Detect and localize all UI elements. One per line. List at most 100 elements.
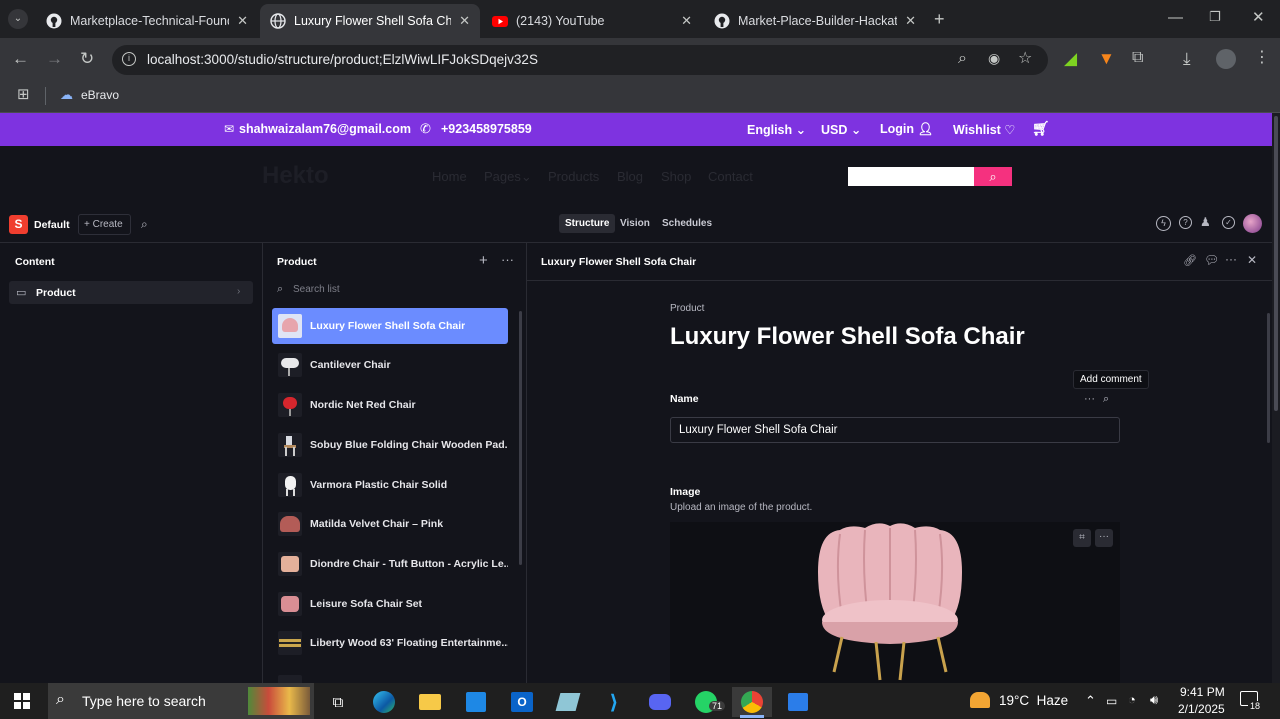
tasks-icon[interactable]: ✓ [1222, 216, 1235, 229]
link-icon[interactable]: 🔗︎ [1183, 254, 1197, 267]
image-preview[interactable]: ⌗ ··· [670, 522, 1120, 683]
nav-blog[interactable]: Blog [617, 169, 643, 184]
tab-youtube[interactable]: (2143) YouTube ✕ [482, 4, 702, 38]
crop-icon[interactable]: ⌗ [1073, 529, 1091, 547]
content-item-product[interactable]: ▭ Product › [9, 281, 253, 304]
phone-text[interactable]: +923458975859 [441, 122, 532, 136]
create-button[interactable]: + Create [78, 214, 131, 235]
bookmark-star-icon[interactable]: ☆ [1018, 51, 1032, 67]
tool-structure[interactable]: Structure [559, 214, 616, 233]
vscode-icon[interactable]: ⟩ [594, 687, 634, 717]
weather-icon[interactable] [970, 692, 990, 708]
workspace-logo[interactable]: S [9, 215, 28, 234]
tool-vision[interactable]: Vision [614, 214, 656, 233]
forward-icon[interactable]: → [46, 50, 63, 67]
apps-grid-icon[interactable]: ⊞ [17, 87, 30, 102]
list-item-partial[interactable] [272, 665, 508, 683]
clock-time[interactable]: 9:41 PM [1180, 685, 1225, 699]
list-item-selected[interactable]: Luxury Flower Shell Sofa Chair [272, 308, 508, 344]
store-icon[interactable] [456, 687, 496, 717]
tab-active[interactable]: Luxury Flower Shell Sofa Chair | ✕ [260, 4, 480, 38]
window-close-icon[interactable]: ✕ [1252, 10, 1265, 25]
site-info-icon[interactable]: i [122, 52, 136, 66]
remote-app-icon[interactable] [778, 687, 818, 717]
taskbar-search-box[interactable]: ⌕ Type here to search [48, 683, 314, 719]
list-item[interactable]: Nordic Net Red Chair [272, 387, 508, 423]
name-field[interactable]: Luxury Flower Shell Sofa Chair [670, 417, 1120, 443]
list-item[interactable]: Liberty Wood 63' Floating Entertainme... [272, 625, 508, 661]
reload-icon[interactable]: ↻ [80, 50, 94, 67]
list-scrollbar[interactable] [519, 311, 522, 565]
workspace-name[interactable]: Default [34, 219, 70, 231]
add-comment-icon[interactable]: ⌕ [1103, 393, 1109, 406]
presence-icon[interactable]: ♟ [1200, 215, 1211, 229]
nav-pages[interactable]: Pages⌄ [484, 169, 532, 185]
tab-github-1[interactable]: Marketplace-Technical-Foundat ✕ [36, 4, 258, 38]
extension-chart-icon[interactable]: ◢ [1064, 50, 1077, 67]
weather-text[interactable]: 19°C Haze [999, 693, 1068, 708]
new-tab-icon[interactable]: + [934, 10, 945, 28]
list-item[interactable]: Varmora Plastic Chair Solid [272, 467, 508, 503]
volume-icon[interactable]: 🔊︎ [1150, 692, 1158, 708]
release-icon[interactable]: ϟ [1156, 216, 1171, 231]
tab-close-icon[interactable]: ✕ [905, 13, 916, 29]
list-item[interactable]: Cantilever Chair [272, 347, 508, 383]
edge-icon[interactable] [364, 687, 404, 717]
list-search-input[interactable]: Search list [293, 284, 340, 295]
list-item[interactable]: Leisure Sofa Chair Set [272, 586, 508, 622]
user-avatar[interactable] [1243, 214, 1262, 233]
browser-menu-icon[interactable]: ⋮ [1254, 50, 1270, 66]
site-logo[interactable]: Hekto [262, 162, 329, 190]
login-link[interactable]: Login 👤︎ [880, 122, 933, 137]
zoom-icon[interactable]: ⌕ [958, 51, 967, 67]
list-item[interactable]: Diondre Chair - Tuft Button - Acrylic Le… [272, 546, 508, 582]
site-search-button[interactable]: ⌕ [974, 167, 1012, 186]
wifi-icon[interactable]: ◔ [1128, 692, 1136, 707]
outlook-icon[interactable]: O [502, 687, 542, 717]
email-text[interactable]: shahwaizalam76@gmail.com [239, 122, 411, 136]
nav-products[interactable]: Products [548, 169, 599, 184]
comments-icon[interactable]: 💬︎ [1204, 253, 1219, 267]
back-icon[interactable]: ← [12, 50, 29, 67]
page-scrollbar[interactable] [1272, 113, 1280, 683]
notes-app-icon[interactable] [548, 687, 588, 717]
list-menu-icon[interactable]: ··· [501, 252, 514, 267]
document-menu-icon[interactable]: ··· [1225, 252, 1237, 266]
extensions-puzzle-icon[interactable]: ⧉ [1132, 50, 1143, 66]
start-icon[interactable] [14, 693, 30, 709]
maximize-icon[interactable]: ❐ [1209, 10, 1221, 23]
document-scrollbar[interactable] [1267, 313, 1270, 443]
nav-home[interactable]: Home [432, 169, 467, 184]
eye-off-icon[interactable]: ◉ [988, 51, 1000, 65]
file-explorer-icon[interactable] [410, 687, 450, 717]
task-view-icon[interactable]: ⧉ [318, 687, 358, 717]
bookmark-ebravo[interactable]: eBravo [81, 88, 119, 102]
tab-close-icon[interactable]: ✕ [237, 13, 248, 29]
metamask-fox-icon[interactable]: ▼ [1098, 50, 1115, 67]
clock-date[interactable]: 2/1/2025 [1178, 702, 1225, 716]
close-pane-icon[interactable]: ✕ [1247, 253, 1257, 267]
tab-search-icon[interactable]: ⌄ [8, 9, 28, 29]
tab-close-icon[interactable]: ✕ [681, 13, 692, 29]
list-item[interactable]: Matilda Velvet Chair – Pink [272, 506, 508, 542]
tool-schedules[interactable]: Schedules [656, 214, 718, 233]
nav-contact[interactable]: Contact [708, 169, 753, 184]
chrome-icon[interactable] [732, 687, 772, 717]
cart-icon[interactable]: 🛒︎ [1032, 120, 1050, 137]
minimize-icon[interactable]: — [1168, 10, 1183, 25]
help-icon[interactable]: ? [1179, 216, 1192, 229]
tray-chevron-up-icon[interactable]: ⌃ [1085, 693, 1096, 709]
field-menu-icon[interactable]: ··· [1084, 393, 1095, 405]
tab-close-icon[interactable]: ✕ [459, 13, 470, 29]
tab-github-2[interactable]: Market-Place-Builder-Hackatho ✕ [704, 4, 926, 38]
download-icon[interactable]: ⤓ [1183, 50, 1191, 67]
studio-search-icon[interactable]: ⌕ [141, 217, 148, 232]
battery-icon[interactable]: ▭ [1106, 694, 1117, 708]
list-item[interactable]: Sobuy Blue Folding Chair Wooden Pad... [272, 427, 508, 463]
image-menu-icon[interactable]: ··· [1095, 529, 1113, 547]
wishlist-link[interactable]: Wishlist ♡ [953, 122, 1016, 137]
discord-icon[interactable] [640, 687, 680, 717]
site-search-input[interactable] [848, 167, 974, 186]
profile-avatar[interactable] [1216, 49, 1236, 69]
currency-select[interactable]: USD ⌄ [821, 122, 861, 137]
